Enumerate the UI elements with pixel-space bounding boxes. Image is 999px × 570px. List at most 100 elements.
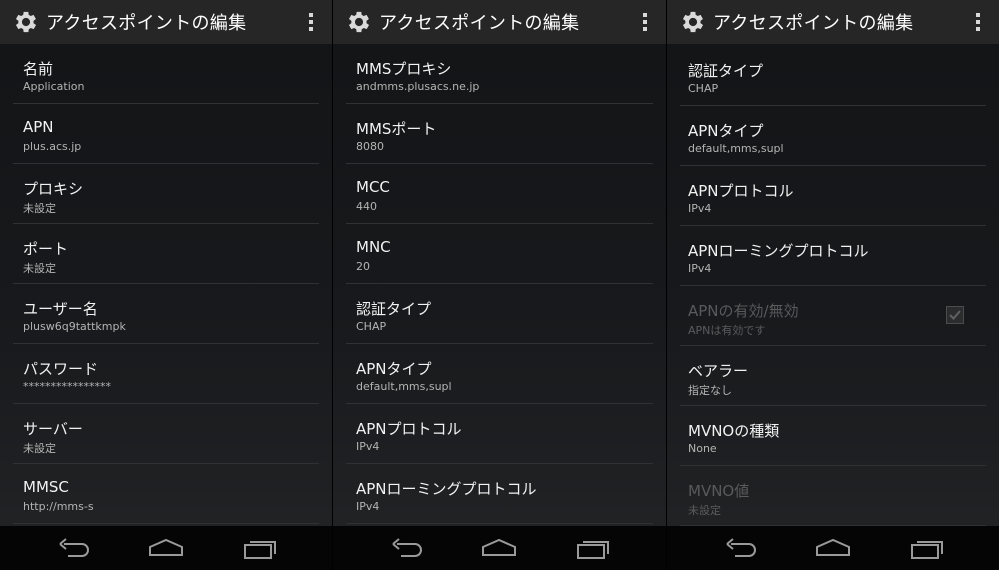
settings-gear-icon[interactable] xyxy=(344,7,374,37)
item-value: IPv4 xyxy=(356,440,380,453)
item-label: APNローミングプロトコル xyxy=(688,242,869,260)
navigation-bar xyxy=(333,526,666,570)
recent-apps-icon[interactable] xyxy=(909,536,945,560)
settings-gear-icon[interactable] xyxy=(678,7,708,37)
item-value: IPv4 xyxy=(688,202,712,215)
item-label: 認証タイプ xyxy=(356,300,432,318)
item-value: IPv4 xyxy=(688,262,712,275)
back-icon[interactable] xyxy=(389,536,425,560)
list-item-mvno-value[interactable]: MVNO値未設定 xyxy=(680,466,986,526)
settings-list: 認証タイプ CHAP APNタイプ default,mms,supl APNプロトコ… xyxy=(680,44,986,526)
item-value: APNは有効です xyxy=(688,324,766,337)
action-bar: アクセスポイントの編集 xyxy=(667,0,999,44)
item-label: APNローミングプロトコル xyxy=(356,480,537,498)
item-label: MVNO値 xyxy=(688,482,750,500)
item-value: CHAP xyxy=(356,320,387,333)
list-item-bearer[interactable]: ベアラー 指定なし xyxy=(680,346,986,406)
item-label: 認証タイプ xyxy=(688,62,764,80)
list-item-apn[interactable]: APN plus.acs.jp xyxy=(13,104,319,164)
item-label: ポート xyxy=(23,240,69,258)
item-value: plusw6q9tattkmpk xyxy=(23,320,126,333)
list-item-apn-roaming-protocol[interactable]: APNローミングプロトコル IPv4 xyxy=(680,226,986,286)
settings-list: 名前 Application APN plus.acs.jp プロキシ未設定 ポート… xyxy=(13,44,319,526)
item-label: 名前 xyxy=(23,60,54,78)
back-icon[interactable] xyxy=(56,536,92,560)
recent-apps-icon[interactable] xyxy=(242,536,278,560)
item-label: プロキシ xyxy=(23,180,84,198)
list-item-proxy[interactable]: プロキシ 未設定 xyxy=(13,164,319,224)
item-label: MVNOの種類 xyxy=(688,422,780,440)
item-value: IPv4 xyxy=(356,500,380,513)
navigation-bar xyxy=(0,526,332,570)
list-item-apn-roaming-protocol[interactable]: APNローミングプロトコル IPv4 xyxy=(346,464,653,524)
item-value: CHAP xyxy=(688,82,719,95)
overflow-menu-icon[interactable] xyxy=(975,13,981,33)
item-value: 未設定 xyxy=(23,262,56,275)
list-item-name[interactable]: 名前 Application xyxy=(13,44,319,104)
item-label: APN xyxy=(23,118,54,136)
home-icon[interactable] xyxy=(148,536,184,560)
page-title: アクセスポイントの編集 xyxy=(713,13,914,34)
item-label: APNタイプ xyxy=(688,122,764,140)
settings-list: MMSプロキシ andmms.plusacs.ne.jp MMSポート 8080 M… xyxy=(346,44,653,526)
item-label: APNタイプ xyxy=(356,360,432,378)
item-value: plus.acs.jp xyxy=(23,140,82,153)
apn-edit-screen-3: アクセスポイントの編集 認証タイプ CHAP APNタイプ default,mms,… xyxy=(667,0,999,570)
item-label: MMSポート xyxy=(356,120,437,138)
screenshot-collage: アクセスポイントの編集 名前 Application APN plus.acs.jp… xyxy=(0,0,999,570)
item-label: ベアラー xyxy=(688,362,749,380)
list-item-apn-enable[interactable]: APNの有効/無効 APNは有効です xyxy=(680,286,986,346)
item-label: MCC xyxy=(356,178,390,196)
list-item-mnc[interactable]: MNC 20 xyxy=(346,224,653,284)
home-icon[interactable] xyxy=(815,536,851,560)
list-item-port[interactable]: ポート 未設定 xyxy=(13,224,319,284)
list-item-apn-type[interactable]: APNタイプ default,mms,supl xyxy=(680,106,986,166)
item-value: 指定なし xyxy=(688,384,732,397)
settings-gear-icon[interactable] xyxy=(11,7,41,37)
action-bar: アクセスポイントの編集 xyxy=(0,0,332,44)
back-icon[interactable] xyxy=(723,536,759,560)
page-title: アクセスポイントの編集 xyxy=(46,13,247,34)
item-label: サーバー xyxy=(23,420,83,438)
page-title: アクセスポイントの編集 xyxy=(379,13,580,34)
item-label: ユーザー名 xyxy=(23,300,98,318)
item-label: パスワード xyxy=(23,360,99,378)
recent-apps-icon[interactable] xyxy=(575,536,611,560)
item-label: APNの有効/無効 xyxy=(688,302,799,320)
apn-edit-screen-2: アクセスポイントの編集 MMSプロキシ andmms.plusacs.ne.jp … xyxy=(333,0,666,570)
list-item-auth-type[interactable]: 認証タイプ CHAP xyxy=(680,46,986,106)
item-value: andmms.plusacs.ne.jp xyxy=(356,80,480,93)
item-value: **************** xyxy=(23,380,111,393)
apn-edit-screen-1: アクセスポイントの編集 名前 Application APN plus.acs.jp… xyxy=(0,0,332,570)
list-item-password[interactable]: パスワード **************** xyxy=(13,344,319,404)
item-value: default,mms,supl xyxy=(356,380,452,393)
list-item-mcc[interactable]: MCC 440 xyxy=(346,164,653,224)
item-label: MMSプロキシ xyxy=(356,60,452,78)
checkbox-checked-icon[interactable] xyxy=(946,306,964,324)
item-value: 20 xyxy=(356,260,370,273)
list-item-apn-protocol[interactable]: APNプロトコル IPv4 xyxy=(680,166,986,226)
overflow-menu-icon[interactable] xyxy=(308,13,314,33)
item-label: MNC xyxy=(356,238,391,256)
overflow-menu-icon[interactable] xyxy=(642,13,648,33)
list-item-mvno-type[interactable]: MVNOの種類 None xyxy=(680,406,986,466)
item-label: APNプロトコル xyxy=(356,420,462,438)
list-item-mms-port[interactable]: MMSポート 8080 xyxy=(346,104,653,164)
item-value: http://mms-s xyxy=(23,500,94,513)
home-icon[interactable] xyxy=(481,536,517,560)
item-value: 未設定 xyxy=(23,202,56,215)
item-label: APNプロトコル xyxy=(688,182,794,200)
list-item-mmsc[interactable]: MMSC http://mms-s xyxy=(13,464,319,524)
list-item-username[interactable]: ユーザー名 plusw6q9tattkmpk xyxy=(13,284,319,344)
item-value: Application xyxy=(23,80,85,93)
item-value: 8080 xyxy=(356,140,384,153)
list-item-apn-protocol[interactable]: APNプロトコル IPv4 xyxy=(346,404,653,464)
list-item-auth-type[interactable]: 認証タイプ CHAP xyxy=(346,284,653,344)
list-item-apn-type[interactable]: APNタイプ default,mms,supl xyxy=(346,344,653,404)
item-value: default,mms,supl xyxy=(688,142,784,155)
item-value: 440 xyxy=(356,200,377,213)
list-item-mms-proxy[interactable]: MMSプロキシ andmms.plusacs.ne.jp xyxy=(346,44,653,104)
item-value: 未設定 xyxy=(688,504,721,517)
item-label: MMSC xyxy=(23,478,69,496)
list-item-server[interactable]: サーバー 未設定 xyxy=(13,404,319,464)
